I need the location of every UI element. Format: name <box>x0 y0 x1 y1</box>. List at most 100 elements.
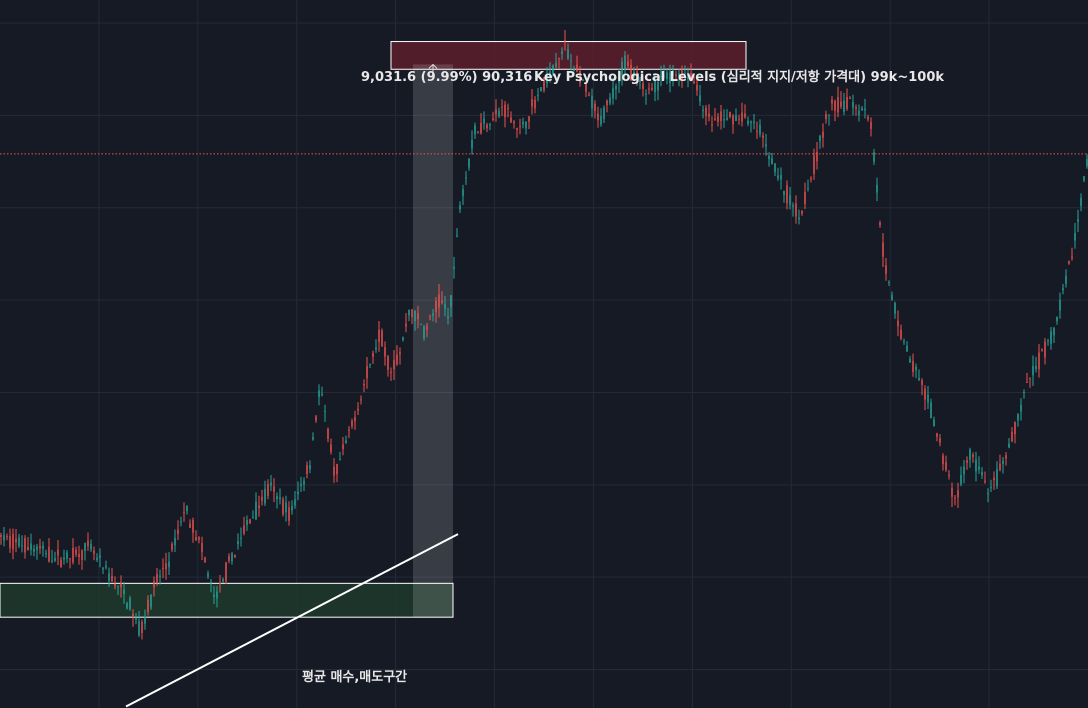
candle-body <box>897 320 899 327</box>
candle-body <box>591 95 593 109</box>
candle-body <box>99 555 101 558</box>
candle-body <box>795 203 797 217</box>
candle-body <box>402 337 404 340</box>
candle-body <box>456 235 458 237</box>
candle-body <box>372 353 374 357</box>
candle-body <box>1077 219 1079 222</box>
candle-body <box>696 84 698 91</box>
candle-body <box>915 366 917 371</box>
candle-body <box>951 487 953 497</box>
candle-body <box>291 505 293 511</box>
candle-body <box>909 358 911 363</box>
candle-body <box>204 557 206 563</box>
candle-body <box>765 144 767 147</box>
candle-body <box>207 573 209 577</box>
candle-body <box>1032 366 1034 376</box>
candle-body <box>1056 317 1058 322</box>
candle-body <box>210 581 212 583</box>
candle-body <box>3 535 5 541</box>
candle-body <box>594 103 596 112</box>
candle-body <box>942 455 944 464</box>
candle-body <box>141 621 143 634</box>
candle-body <box>249 519 251 524</box>
candle-body <box>363 384 365 386</box>
candle-body <box>474 125 476 135</box>
candle-body <box>15 538 17 543</box>
candle-body <box>333 466 335 476</box>
candle-body <box>1029 377 1031 379</box>
candle-body <box>714 118 716 121</box>
candle-body <box>1011 431 1013 442</box>
candle-body <box>309 465 311 470</box>
candle-body <box>489 124 491 126</box>
candle-body <box>768 155 770 160</box>
candle-body <box>156 574 158 583</box>
candle-body <box>147 599 149 613</box>
candle-body <box>435 300 437 313</box>
candle-body <box>924 388 926 400</box>
candle-body <box>354 416 356 422</box>
candle-body <box>120 582 122 588</box>
candle-body <box>783 191 785 195</box>
candle-body <box>318 390 320 398</box>
candle-body <box>102 568 104 570</box>
candle-body <box>522 121 524 125</box>
candle-body <box>1002 460 1004 464</box>
candle-body <box>954 497 956 499</box>
candle-body <box>726 117 728 120</box>
candle-body <box>600 115 602 125</box>
measure-band <box>413 64 453 618</box>
candle-body <box>906 345 908 352</box>
candle-body <box>1074 233 1076 241</box>
support-label: 평균 매수,매도구간 <box>302 669 407 685</box>
candle-body <box>288 507 290 521</box>
candle-body <box>624 55 626 70</box>
candle-body <box>324 411 326 413</box>
candle-body <box>414 310 416 322</box>
candle-body <box>255 501 257 520</box>
candle-body <box>597 113 599 121</box>
candle-body <box>816 152 818 162</box>
candle-body <box>948 474 950 476</box>
candle-body <box>1044 341 1046 358</box>
candle-body <box>222 579 224 582</box>
candle-body <box>51 560 53 562</box>
candle-body <box>519 126 521 128</box>
candle-body <box>819 135 821 142</box>
candle-body <box>825 114 827 120</box>
candle-body <box>348 429 350 431</box>
candle-body <box>24 538 26 553</box>
candle-body <box>528 116 530 122</box>
candle-body <box>237 541 239 545</box>
candle-body <box>1071 256 1073 259</box>
candle-body <box>261 496 263 501</box>
candle-body <box>936 433 938 437</box>
candle-body <box>408 309 410 316</box>
price-chart[interactable]: 9,031.6 (9.99%) 90,316 Key Psychological… <box>0 0 1088 708</box>
measure-label: 9,031.6 (9.99%) 90,316 <box>361 70 532 85</box>
candle-body <box>81 550 83 560</box>
candle-body <box>123 589 125 595</box>
candle-body <box>780 175 782 180</box>
candle-body <box>984 480 986 483</box>
candle-body <box>1083 176 1085 181</box>
support-zone <box>0 582 454 618</box>
candle-body <box>705 107 707 116</box>
candle-body <box>462 189 464 197</box>
candle-body <box>855 107 857 109</box>
candle-body <box>873 152 875 162</box>
candle-body <box>153 581 155 588</box>
candle-body <box>90 543 92 550</box>
candle-body <box>42 545 44 550</box>
candle-body <box>21 545 23 547</box>
candle-body <box>267 484 269 496</box>
candle-body <box>801 210 803 214</box>
candle-body <box>177 529 179 534</box>
candle-body <box>240 537 242 539</box>
candle-body <box>9 536 11 548</box>
candle-body <box>1038 352 1040 370</box>
candle-body <box>315 416 317 421</box>
candle-body <box>366 366 368 379</box>
candle-body <box>198 537 200 540</box>
candle-body <box>885 265 887 274</box>
